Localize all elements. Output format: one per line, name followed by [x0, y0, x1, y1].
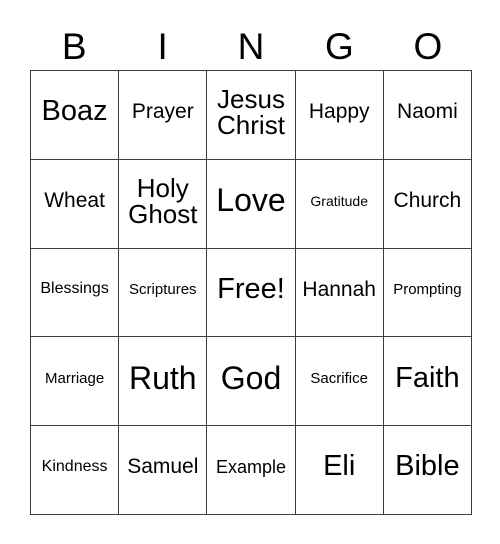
bingo-square-label: Eli [323, 450, 356, 483]
bingo-square-i2[interactable]: Holy Ghost [119, 159, 208, 249]
bingo-square-label: Naomi [397, 100, 458, 124]
bingo-square-label: Bible [395, 450, 460, 483]
bingo-header-letter-n: N [237, 25, 265, 67]
bingo-square-i5[interactable]: Samuel [119, 426, 208, 515]
bingo-square-label: Faith [395, 361, 460, 394]
bingo-header-letter-o: O [413, 25, 443, 67]
bingo-square-label: Happy [308, 100, 370, 124]
bingo-square-o4[interactable]: Faith [383, 337, 472, 427]
bingo-header-letter-b: B [61, 25, 87, 67]
bingo-square-o5[interactable]: Bible [383, 426, 472, 515]
bingo-square-b2[interactable]: Wheat [31, 159, 120, 249]
bingo-square-g1[interactable]: Happy [295, 71, 384, 160]
bingo-square-label: Blessings [40, 280, 109, 298]
bingo-square-label: Marriage [45, 369, 105, 387]
bingo-header-letter-g: G [325, 25, 354, 67]
bingo-square-label: Jesus Christ [217, 83, 285, 140]
bingo-square-b4[interactable]: Marriage [31, 337, 120, 427]
bingo-square-b3[interactable]: Blessings [31, 248, 120, 338]
bingo-square-label: Boaz [41, 95, 108, 128]
bingo-square-label: God [220, 359, 282, 396]
bingo-grid: Boaz Prayer Jesus Christ Happy Naomi Whea… [30, 70, 472, 515]
bingo-square-label: Example [215, 456, 286, 477]
bingo-square-g4[interactable]: Sacrifice [295, 337, 384, 427]
bingo-square-label: Prompting [393, 280, 462, 298]
bingo-square-o3[interactable]: Prompting [383, 248, 472, 338]
bingo-square-label: Prayer [131, 100, 194, 124]
bingo-header-row: B I N G O [30, 22, 472, 70]
bingo-square-b1[interactable]: Boaz [31, 71, 120, 160]
bingo-square-label: Hannah [302, 277, 376, 301]
bingo-square-label: Sacrifice [310, 369, 368, 387]
bingo-square-o2[interactable]: Church [383, 159, 472, 249]
bingo-square-i1[interactable]: Prayer [119, 71, 208, 160]
bingo-free-space-label: Free! [217, 272, 285, 305]
bingo-square-label: Scriptures [129, 280, 197, 298]
bingo-square-i4[interactable]: Ruth [119, 337, 208, 427]
bingo-square-b5[interactable]: Kindness [31, 426, 120, 515]
bingo-square-label: Kindness [41, 457, 108, 475]
bingo-card: B I N G O Boaz Prayer Jesus Christ Happy … [0, 0, 500, 544]
bingo-square-o1[interactable]: Naomi [383, 71, 472, 160]
bingo-square-n4[interactable]: God [207, 337, 296, 427]
bingo-square-label: Church [393, 188, 462, 212]
bingo-square-free[interactable]: Free! [207, 248, 296, 338]
bingo-square-i3[interactable]: Scriptures [119, 248, 208, 338]
bingo-square-label: Samuel [127, 455, 199, 479]
bingo-header-letter-i: I [157, 25, 168, 67]
bingo-square-label: Wheat [44, 188, 105, 212]
bingo-square-g5[interactable]: Eli [295, 426, 384, 515]
bingo-square-label: Holy Ghost [128, 172, 198, 229]
bingo-square-label: Ruth [128, 359, 197, 396]
bingo-square-g2[interactable]: Gratitude [295, 159, 384, 249]
bingo-square-n1[interactable]: Jesus Christ [207, 71, 296, 160]
bingo-square-label: Love [216, 182, 286, 219]
bingo-square-n2[interactable]: Love [207, 159, 296, 249]
bingo-square-label: Gratitude [310, 192, 368, 209]
bingo-square-n5[interactable]: Example [207, 426, 296, 515]
bingo-square-g3[interactable]: Hannah [295, 248, 384, 338]
